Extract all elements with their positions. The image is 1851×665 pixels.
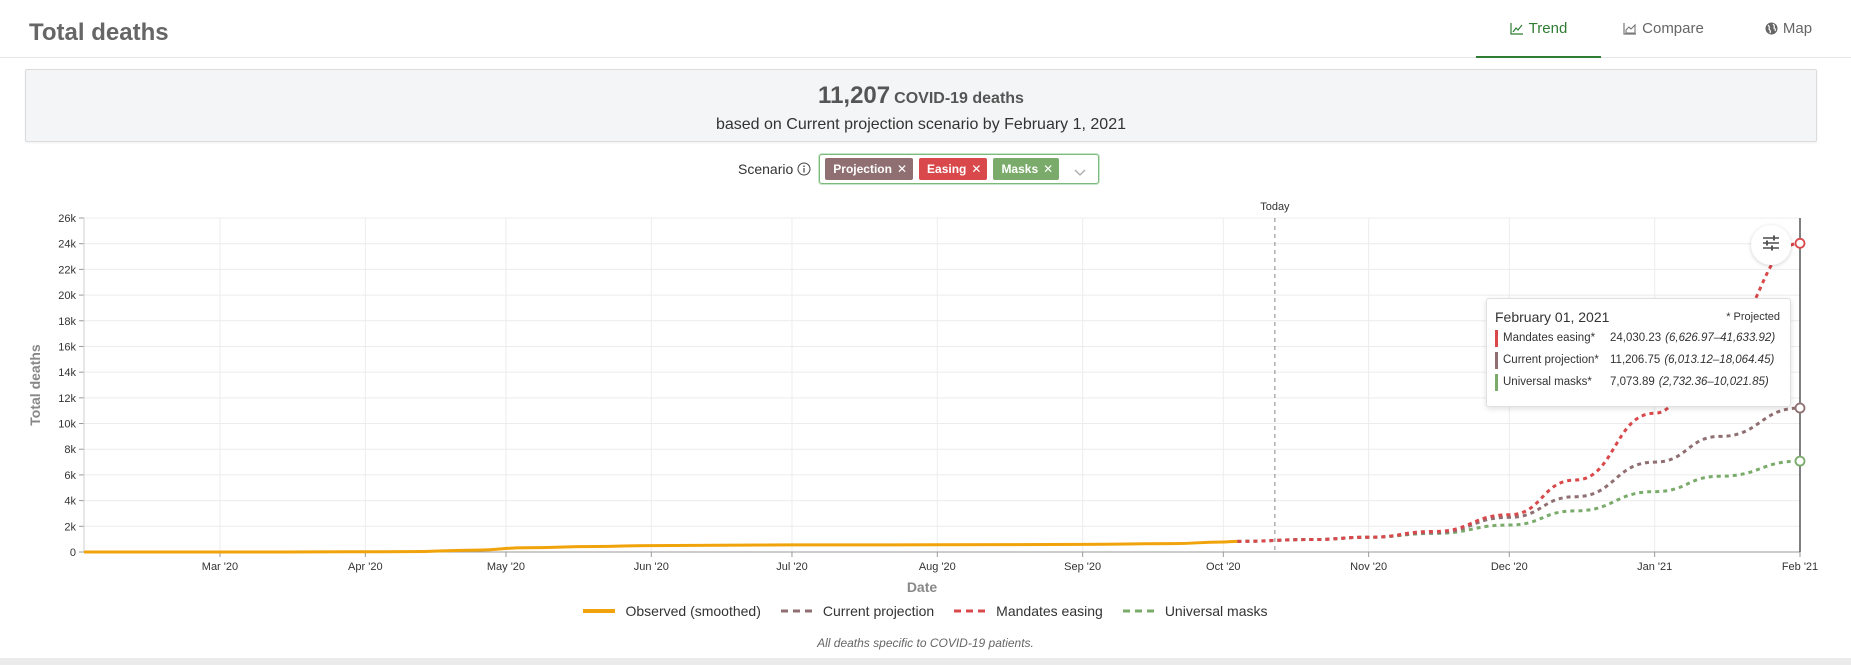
remove-tag-projection-icon[interactable]: ✕ bbox=[897, 162, 907, 176]
x-tick-label: Jul '20 bbox=[776, 561, 807, 573]
scenario-select[interactable]: Projection ✕ Easing ✕ Masks ✕ bbox=[819, 154, 1100, 184]
y-tick-label: 8k bbox=[64, 444, 76, 456]
tooltip-row: Universal masks* 7,073.89 (2,732.36–10,0… bbox=[1495, 373, 1790, 391]
x-tick-label: May '20 bbox=[487, 561, 525, 573]
y-tick-label: 24k bbox=[58, 239, 76, 251]
tab-trend-label: Trend bbox=[1528, 20, 1568, 37]
chevron-down-icon[interactable] bbox=[1074, 164, 1086, 182]
x-tick-label: Apr '20 bbox=[348, 561, 383, 573]
tab-compare[interactable]: Compare bbox=[1601, 0, 1726, 57]
hover-point-universal-masks bbox=[1794, 455, 1806, 467]
x-tick-label: Nov '20 bbox=[1350, 561, 1387, 573]
scenario-tag-easing: Easing ✕ bbox=[919, 158, 988, 180]
x-tick-label: Aug '20 bbox=[919, 561, 956, 573]
legend-item-current-projection[interactable]: Current projection bbox=[780, 603, 934, 619]
x-axis-label: Date bbox=[907, 579, 938, 595]
scenario-label: Scenario bbox=[738, 161, 794, 177]
hover-point-current-projection bbox=[1794, 402, 1806, 414]
tooltip-row: Current projection* 11,206.75 (6,013.12–… bbox=[1495, 351, 1790, 369]
globe-icon bbox=[1765, 22, 1778, 35]
y-tick-label: 22k bbox=[58, 264, 76, 276]
tooltip-row: Mandates easing* 24,030.23 (6,626.97–41,… bbox=[1495, 329, 1790, 347]
page-title: Total deaths bbox=[29, 19, 169, 46]
tab-trend[interactable]: Trend bbox=[1476, 0, 1601, 58]
x-tick-label: Mar '20 bbox=[202, 561, 238, 573]
bottom-bar bbox=[0, 658, 1851, 665]
x-tick-label: Oct '20 bbox=[1206, 561, 1241, 573]
chart-settings-button[interactable] bbox=[1751, 225, 1791, 265]
remove-tag-masks-icon[interactable]: ✕ bbox=[1043, 162, 1053, 176]
x-tick-label: Jan '21 bbox=[1637, 561, 1672, 573]
line-chart-icon bbox=[1510, 22, 1524, 35]
view-tabs: Trend Compare Map bbox=[1476, 0, 1851, 58]
area-chart-icon bbox=[1623, 22, 1637, 35]
today-label: Today bbox=[1260, 201, 1290, 213]
y-tick-label: 12k bbox=[58, 393, 76, 405]
chart-legend: Observed (smoothed) Current projection M… bbox=[0, 603, 1851, 619]
summary-subtitle: based on Current projection scenario by … bbox=[715, 116, 1126, 133]
tab-map-label: Map bbox=[1782, 20, 1813, 37]
info-icon[interactable] bbox=[797, 162, 811, 176]
y-tick-label: 0 bbox=[70, 547, 76, 559]
sliders-icon bbox=[1762, 235, 1780, 256]
summary-panel: 11,207 COVID-19 deaths based on Current p… bbox=[25, 69, 1817, 142]
y-tick-label: 16k bbox=[58, 341, 76, 353]
y-tick-label: 2k bbox=[64, 521, 76, 533]
chart-tooltip: February 01, 2021 * Projected Mandates e… bbox=[1486, 298, 1791, 407]
tooltip-projected-note: * Projected bbox=[1726, 311, 1780, 323]
y-tick-label: 4k bbox=[64, 496, 76, 508]
scenario-tag-projection: Projection ✕ bbox=[825, 158, 914, 180]
tab-compare-label: Compare bbox=[1642, 20, 1704, 37]
x-tick-label: Feb '21 bbox=[1782, 561, 1818, 573]
hover-point-mandates-easing bbox=[1794, 237, 1806, 249]
y-tick-label: 6k bbox=[64, 470, 76, 482]
scenario-tag-masks: Masks ✕ bbox=[993, 158, 1060, 180]
legend-item-mandates-easing[interactable]: Mandates easing bbox=[954, 603, 1103, 619]
header: Total deaths Trend Compare Map bbox=[0, 0, 1851, 58]
chart-footnote: All deaths specific to COVID-19 patients… bbox=[817, 636, 1034, 650]
y-tick-label: 10k bbox=[58, 419, 76, 431]
legend-item-observed[interactable]: Observed (smoothed) bbox=[583, 603, 761, 619]
y-tick-label: 18k bbox=[58, 316, 76, 328]
x-tick-label: Jun '20 bbox=[634, 561, 669, 573]
summary-unit: COVID-19 deaths bbox=[894, 90, 1024, 107]
summary-value: 11,207 bbox=[818, 82, 891, 109]
tooltip-date: February 01, 2021 bbox=[1495, 309, 1610, 325]
scenario-filter: Scenario Projection ✕ Easing ✕ Masks ✕ bbox=[738, 154, 1100, 184]
x-tick-label: Sep '20 bbox=[1064, 561, 1101, 573]
y-tick-label: 26k bbox=[58, 213, 76, 225]
legend-item-universal-masks[interactable]: Universal masks bbox=[1122, 603, 1268, 619]
y-tick-label: 20k bbox=[58, 290, 76, 302]
remove-tag-easing-icon[interactable]: ✕ bbox=[971, 162, 981, 176]
x-tick-label: Dec '20 bbox=[1491, 561, 1528, 573]
tab-map[interactable]: Map bbox=[1726, 0, 1851, 57]
y-axis-label: Total deaths bbox=[27, 344, 43, 426]
y-tick-label: 14k bbox=[58, 367, 76, 379]
